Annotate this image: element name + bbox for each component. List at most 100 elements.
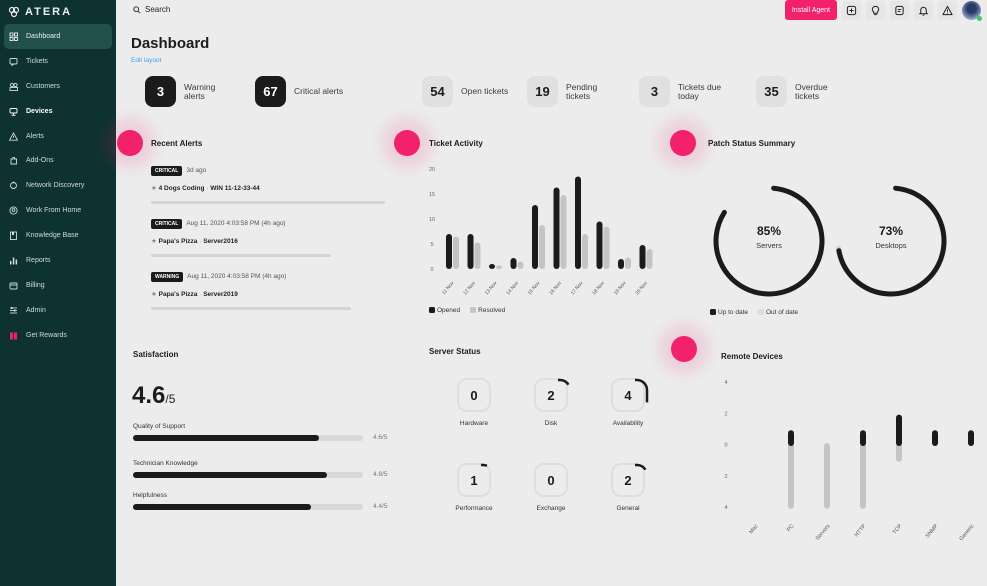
network-icon	[9, 181, 18, 190]
topbar-actions: Install Agent	[784, 0, 982, 21]
bar-opened	[510, 258, 517, 269]
stat-value: 35	[756, 76, 787, 107]
stat-warning-alerts[interactable]: 3 Warning alerts	[145, 76, 234, 107]
ticket-activity-legend: Opened Resolved	[429, 307, 505, 314]
bar-online	[788, 430, 794, 446]
stat-pending-tickets[interactable]: 19 Pending tickets	[527, 76, 616, 107]
warning-icon[interactable]	[938, 0, 957, 20]
sidebar-item-dashboard[interactable]: Dashboard	[4, 24, 112, 49]
server-status-availability[interactable]: 4 Availability	[598, 378, 658, 427]
stat-critical-alerts[interactable]: 67 Critical alerts	[255, 76, 344, 107]
lightbulb-icon[interactable]	[866, 0, 885, 20]
y-tick-label: 20	[429, 167, 435, 173]
sidebar-item-knowledge-base[interactable]: Knowledge Base	[4, 223, 112, 248]
server-status-disk[interactable]: 2 Disk	[521, 378, 581, 427]
alert-item[interactable]: CRITICAL 3d ago ★ 4 Dogs Coding · WIN 11-1…	[151, 162, 391, 204]
patch-category: Servers	[756, 241, 782, 250]
sidebar: ATERA Dashboard Tickets Customers Devices Al…	[0, 0, 116, 586]
bar-opened	[639, 245, 646, 269]
sidebar-item-tickets[interactable]: Tickets	[4, 49, 112, 74]
alert-item[interactable]: CRITICAL Aug 11, 2020 4:03:58 PM (4h ago)…	[151, 215, 391, 257]
x-tick-label: 16 Nov	[548, 280, 563, 296]
legend-swatch	[429, 307, 435, 313]
sidebar-item-label: Dashboard	[26, 32, 61, 40]
stat-open-tickets[interactable]: 54 Open tickets	[422, 76, 511, 107]
legend-swatch	[470, 307, 477, 313]
arc-progress	[457, 463, 495, 501]
sidebar-item-alerts[interactable]: Alerts	[4, 124, 112, 149]
status-count-box: 2	[611, 463, 649, 501]
metric-progress-fill	[133, 471, 328, 478]
bar-opened	[618, 259, 624, 269]
install-agent-button[interactable]: Install Agent	[784, 0, 837, 20]
sidebar-item-billing[interactable]: Billing	[4, 273, 112, 298]
stat-label: Open tickets	[461, 86, 509, 96]
alert-description: ★ Papa's Pizza · Server2019	[151, 290, 391, 298]
y-tick-label: 5	[430, 242, 433, 248]
customers-icon	[9, 82, 18, 91]
recent-alerts-title: Recent Alerts	[151, 139, 203, 148]
stat-label: Overdue tickets	[795, 81, 828, 101]
sidebar-item-get-rewards[interactable]: Get Rewards	[4, 323, 112, 348]
patch-category: Desktops	[875, 241, 907, 250]
sidebar-item-label: Alerts	[26, 132, 44, 140]
y-tick-label: 2	[724, 474, 727, 480]
sidebar-item-devices[interactable]: Devices	[4, 99, 112, 124]
alert-item[interactable]: WARNING Aug 11, 2020 4:03:58 PM (4h ago) ★…	[151, 268, 391, 310]
sidebar-item-label: Admin	[26, 306, 46, 314]
sidebar-item-label: Work From Home	[26, 207, 82, 215]
search-icon	[133, 5, 141, 14]
server-status-general[interactable]: 2 General	[598, 463, 658, 512]
sidebar-item-admin[interactable]: Admin	[4, 298, 112, 323]
x-tick-label: 19 Nov	[613, 280, 628, 296]
stat-value: 3	[145, 76, 176, 107]
alert-customer: Papa's Pizza	[158, 291, 198, 298]
status-label: Disk	[544, 420, 558, 427]
legend-opened: Opened	[429, 307, 460, 314]
add-icon[interactable]	[842, 0, 861, 20]
sidebar-item-work-from-home[interactable]: Work From Home	[4, 198, 112, 223]
satisfaction-title: Satisfaction	[133, 350, 179, 359]
status-count-box: 2	[534, 378, 572, 416]
bar-offline	[860, 443, 866, 509]
server-status-performance[interactable]: 1 Performance	[444, 463, 504, 512]
user-avatar[interactable]	[962, 0, 982, 21]
bar-resolved	[474, 242, 481, 269]
stat-value: 3	[639, 76, 670, 107]
bar-opened	[596, 221, 603, 269]
star-icon: ★	[151, 291, 159, 298]
stat-overdue-tickets[interactable]: 35 Overdue tickets	[756, 76, 845, 107]
server-status-hardware[interactable]: 0 Hardware	[444, 378, 504, 427]
status-arc	[611, 463, 649, 501]
stat-value: 67	[255, 76, 286, 107]
remote-devices-title: Remote Devices	[721, 352, 783, 361]
sidebar-item-label: Knowledge Base	[26, 232, 79, 240]
dashboard-icon	[9, 32, 18, 41]
edit-layout-link[interactable]: Edit layout	[131, 57, 161, 64]
sidebar-item-add-ons[interactable]: Add-Ons	[4, 148, 112, 173]
metric-value: 4.8/5	[373, 471, 388, 478]
stat-tickets-due-today[interactable]: 3 Tickets due today	[639, 76, 728, 107]
notes-icon[interactable]	[890, 0, 909, 20]
metric-value: 4.6/5	[373, 434, 388, 441]
bar-resolved	[560, 195, 567, 269]
legend-label: Opened	[437, 307, 461, 314]
x-tick-label: 13 Nov	[484, 280, 499, 296]
metric-progress-bar	[133, 434, 363, 441]
alert-customer: Papa's Pizza	[158, 238, 198, 245]
sidebar-item-reports[interactable]: Reports	[4, 248, 112, 273]
addons-icon	[9, 156, 18, 165]
server-status-exchange[interactable]: 0 Exchange	[521, 463, 581, 512]
sidebar-item-network-discovery[interactable]: Network Discovery	[4, 173, 112, 198]
bell-icon[interactable]	[914, 0, 933, 20]
alert-divider	[151, 307, 351, 310]
y-tick-label: 4	[724, 380, 727, 386]
star-icon: ★	[151, 185, 159, 192]
stat-value: 19	[527, 76, 558, 107]
brand-name: ATERA	[25, 6, 73, 18]
sidebar-item-customers[interactable]: Customers	[4, 74, 112, 99]
search-box[interactable]: Search	[133, 5, 170, 14]
bar-online	[860, 430, 866, 446]
logo[interactable]: ATERA	[8, 5, 72, 19]
ticket-activity-title: Ticket Activity	[429, 139, 483, 148]
